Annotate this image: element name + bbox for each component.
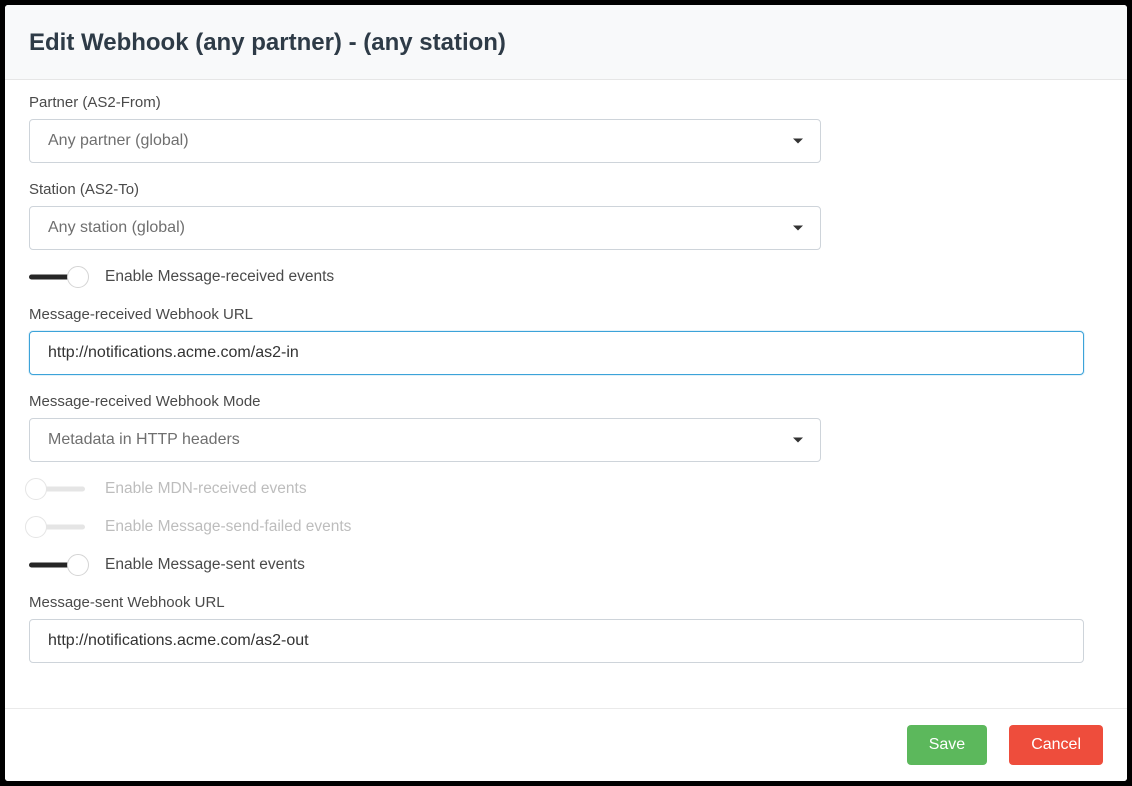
modal-body-scroll[interactable]: Partner (AS2-From) Any partner (global) … bbox=[5, 80, 1127, 708]
msg-sent-url-input[interactable] bbox=[29, 619, 1084, 663]
toggle-label-mdn-received: Enable MDN-received events bbox=[105, 480, 307, 498]
modal-footer: Save Cancel bbox=[5, 708, 1127, 781]
field-msg-sent-url: Message-sent Webhook URL bbox=[29, 594, 1103, 663]
toggle-enable-msg-received[interactable] bbox=[29, 275, 85, 279]
cancel-button[interactable]: Cancel bbox=[1009, 725, 1103, 765]
modal-header: Edit Webhook (any partner) - (any statio… bbox=[5, 5, 1127, 80]
msg-received-mode-label: Message-received Webhook Mode bbox=[29, 393, 1103, 410]
save-button[interactable]: Save bbox=[907, 725, 987, 765]
partner-select-value: Any partner (global) bbox=[48, 132, 189, 150]
station-label: Station (AS2-To) bbox=[29, 181, 1103, 198]
toggle-row-msg-send-failed: Enable Message-send-failed events bbox=[29, 518, 1103, 536]
toggle-enable-msg-sent[interactable] bbox=[29, 563, 85, 567]
msg-received-mode-select[interactable]: Metadata in HTTP headers bbox=[29, 418, 821, 462]
field-msg-received-url: Message-received Webhook URL bbox=[29, 306, 1103, 375]
msg-received-mode-value: Metadata in HTTP headers bbox=[48, 431, 240, 449]
toggle-row-msg-received: Enable Message-received events bbox=[29, 268, 1103, 286]
toggle-label-msg-sent: Enable Message-sent events bbox=[105, 556, 305, 574]
toggle-row-mdn-received: Enable MDN-received events bbox=[29, 480, 1103, 498]
chevron-down-icon bbox=[793, 438, 803, 443]
field-station: Station (AS2-To) Any station (global) bbox=[29, 181, 1103, 250]
toggle-row-msg-sent: Enable Message-sent events bbox=[29, 556, 1103, 574]
field-partner: Partner (AS2-From) Any partner (global) bbox=[29, 94, 1103, 163]
modal-title: Edit Webhook (any partner) - (any statio… bbox=[29, 29, 1103, 57]
toggle-label-msg-received: Enable Message-received events bbox=[105, 268, 334, 286]
station-select[interactable]: Any station (global) bbox=[29, 206, 821, 250]
msg-sent-url-label: Message-sent Webhook URL bbox=[29, 594, 1103, 611]
chevron-down-icon bbox=[793, 139, 803, 144]
field-msg-received-mode: Message-received Webhook Mode Metadata i… bbox=[29, 393, 1103, 462]
toggle-enable-mdn-received[interactable] bbox=[29, 487, 85, 491]
partner-select[interactable]: Any partner (global) bbox=[29, 119, 821, 163]
toggle-enable-msg-send-failed[interactable] bbox=[29, 525, 85, 529]
station-select-value: Any station (global) bbox=[48, 219, 185, 237]
chevron-down-icon bbox=[793, 226, 803, 231]
form-body: Partner (AS2-From) Any partner (global) … bbox=[5, 80, 1127, 701]
msg-received-url-label: Message-received Webhook URL bbox=[29, 306, 1103, 323]
msg-received-url-input[interactable] bbox=[29, 331, 1084, 375]
toggle-label-msg-send-failed: Enable Message-send-failed events bbox=[105, 518, 351, 536]
partner-label: Partner (AS2-From) bbox=[29, 94, 1103, 111]
edit-webhook-modal: Edit Webhook (any partner) - (any statio… bbox=[5, 5, 1127, 781]
